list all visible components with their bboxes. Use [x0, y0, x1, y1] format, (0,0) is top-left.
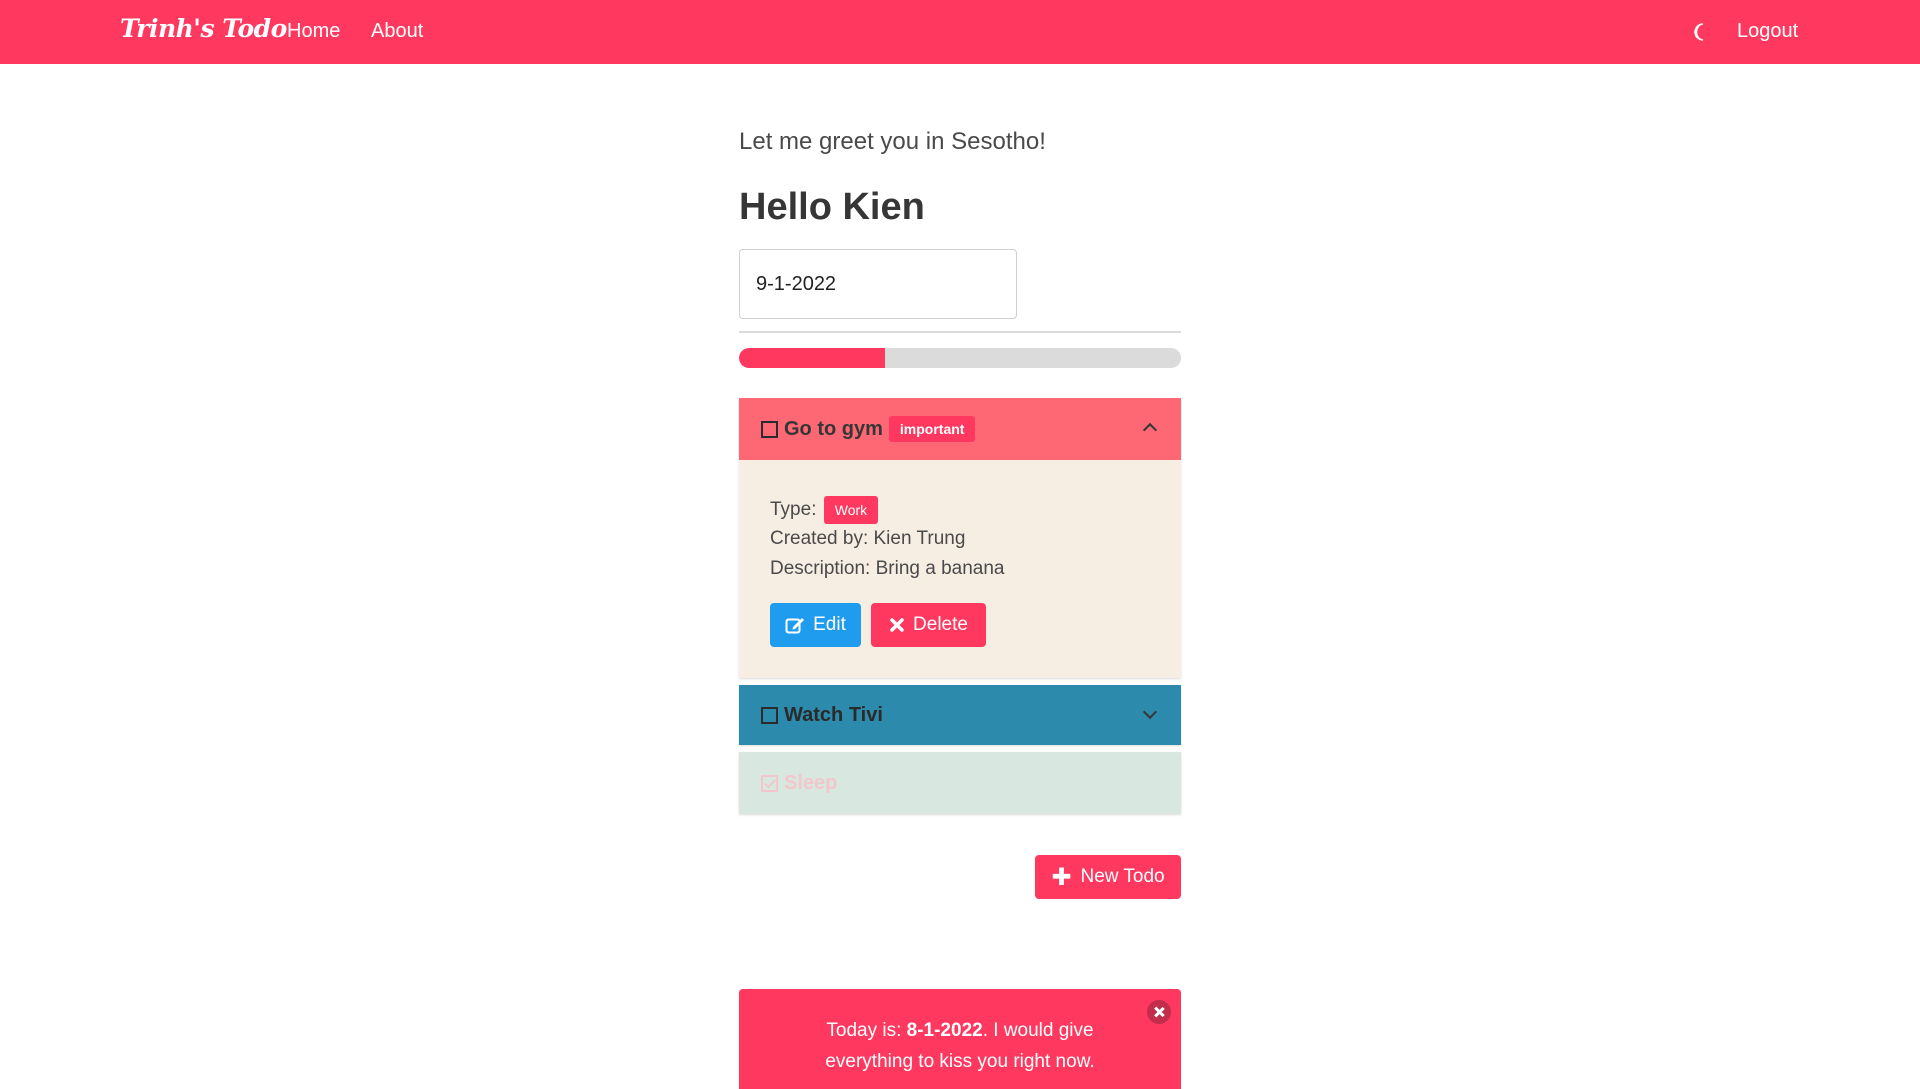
type-label: Type:: [770, 499, 817, 521]
progress-bar-fill: [739, 348, 885, 368]
navbar: Trinh's Todo Home About Logout: [0, 0, 1920, 64]
brand-logo[interactable]: Trinh's Todo: [120, 14, 287, 43]
todo-checkbox[interactable]: [761, 706, 778, 724]
nav-about-link[interactable]: About: [371, 20, 423, 43]
todo-checkbox-checked[interactable]: [761, 774, 778, 792]
divider: [739, 331, 1181, 333]
todo-title: Go to gym: [784, 417, 883, 440]
logout-link[interactable]: Logout: [1737, 20, 1798, 43]
progress-bar: [739, 348, 1181, 368]
notification-close-icon[interactable]: [1147, 1000, 1171, 1024]
chevron-up-icon[interactable]: [1142, 422, 1158, 438]
important-badge: important: [888, 416, 976, 442]
todo-title: Sleep: [784, 771, 838, 794]
new-todo-label: New Todo: [1080, 866, 1165, 887]
chevron-down-icon[interactable]: [1142, 704, 1158, 720]
edit-icon: [785, 618, 805, 634]
notification-date: 8-1-2022: [906, 1020, 983, 1041]
edit-button[interactable]: Edit: [770, 603, 861, 647]
page-title: Hello Kien: [739, 186, 925, 228]
notification-prefix: Today is:: [826, 1020, 907, 1041]
delete-button[interactable]: Delete: [871, 603, 986, 647]
type-tag: Work: [823, 496, 879, 524]
date-input[interactable]: [739, 249, 1017, 319]
delete-label: Delete: [913, 614, 968, 635]
todo-created-by: Created by: Kien Trung: [770, 528, 966, 549]
todo-type-line: Type: Work: [770, 496, 879, 524]
close-icon: [890, 618, 904, 632]
new-todo-button[interactable]: ✚ New Todo: [1035, 855, 1181, 899]
todo-header-sleep[interactable]: Sleep: [739, 752, 1181, 814]
greeting-text: Let me greet you in Sesotho!: [739, 128, 1046, 155]
nav-home-link[interactable]: Home: [287, 20, 340, 43]
todo-title: Watch Tivi: [784, 703, 883, 726]
plus-icon: ✚: [1051, 863, 1072, 891]
todo-header-go-to-gym[interactable]: Go to gym important: [739, 398, 1181, 460]
notification: Today is: 8-1-2022. I would give everyth…: [739, 989, 1181, 1089]
edit-label: Edit: [813, 614, 846, 635]
moon-icon[interactable]: [1692, 22, 1710, 42]
todo-checkbox[interactable]: [761, 420, 778, 438]
todo-description: Description: Bring a banana: [770, 558, 1005, 579]
todo-details: Type: Work Created by: Kien Trung Descri…: [739, 460, 1181, 678]
todo-header-watch-tivi[interactable]: Watch Tivi: [739, 685, 1181, 745]
